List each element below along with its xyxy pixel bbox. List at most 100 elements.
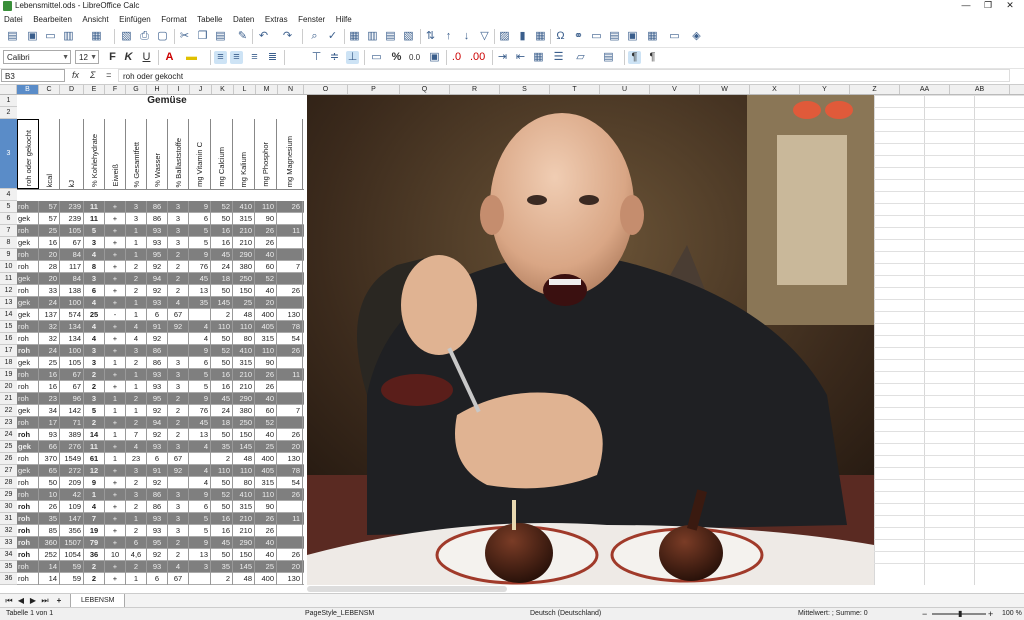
cell-kind[interactable]: roh — [17, 477, 39, 489]
cell-magnesium[interactable]: 26 — [277, 429, 303, 441]
cell-potassium[interactable]: 410 — [233, 345, 255, 357]
status-language[interactable]: Deutsch (Deutschland) — [530, 608, 601, 620]
cell-vitamin-c[interactable]: 5 — [189, 381, 211, 393]
italic-button[interactable]: K — [122, 51, 135, 64]
column-header-i[interactable]: I — [168, 85, 190, 94]
cell-protein[interactable]: + — [105, 465, 126, 477]
cell-vitamin-c[interactable]: 13 — [189, 549, 211, 561]
cell-magnesium[interactable]: 7 — [277, 261, 303, 273]
cell-vitamin-c[interactable] — [189, 573, 211, 585]
sort-icon[interactable]: ⇅ — [424, 30, 437, 43]
borders-icon[interactable]: ▦ — [532, 51, 545, 64]
menu-hilfe[interactable]: Hilfe — [332, 13, 356, 26]
delete-column-icon[interactable]: ▧ — [402, 30, 415, 43]
cell-magnesium[interactable]: 54 — [277, 333, 303, 345]
cell-fiber[interactable]: 3 — [168, 225, 189, 237]
cut-icon[interactable]: ✂ — [178, 30, 191, 43]
cell-kcal[interactable]: 32 — [39, 321, 60, 333]
cell-protein[interactable]: 10 — [105, 549, 126, 561]
cell-potassium[interactable]: 250 — [233, 273, 255, 285]
cell-protein[interactable]: + — [105, 261, 126, 273]
cell-protein[interactable]: 1 — [105, 429, 126, 441]
cell-kind[interactable]: roh — [17, 417, 39, 429]
freeze-rows-columns-icon[interactable]: ▦ — [646, 30, 659, 43]
zoom-level[interactable]: 100 % — [1002, 608, 1022, 620]
cell-fat[interactable]: 1 — [126, 513, 147, 525]
cell-kj[interactable]: 84 — [60, 249, 84, 261]
row-header[interactable]: 19 — [0, 369, 17, 381]
cell-kind[interactable]: gek — [17, 465, 39, 477]
cell-potassium[interactable]: 150 — [233, 285, 255, 297]
header-cell-kind[interactable]: roh oder gekocht — [17, 119, 39, 189]
column-header-z[interactable]: Z — [850, 85, 900, 94]
cell-carbs[interactable]: 2 — [84, 417, 105, 429]
cell-phosphorus[interactable]: 400 — [255, 573, 277, 585]
cell-phosphorus[interactable]: 60 — [255, 405, 277, 417]
cell-vitamin-c[interactable]: 9 — [189, 393, 211, 405]
cell-calcium[interactable]: 2 — [211, 309, 233, 321]
close-button[interactable]: ✕ — [999, 0, 1021, 12]
formula-equals-icon[interactable]: = — [106, 70, 111, 80]
cell-protein[interactable]: + — [105, 441, 126, 453]
row-header[interactable]: 34 — [0, 549, 17, 561]
cell-water[interactable]: 93 — [147, 381, 168, 393]
cell-magnesium[interactable]: 54 — [277, 477, 303, 489]
row-header[interactable]: 31 — [0, 513, 17, 525]
cell-protein[interactable]: + — [105, 477, 126, 489]
row-header[interactable]: 30 — [0, 501, 17, 513]
special-character-icon[interactable]: Ω — [554, 30, 567, 43]
cell-fiber[interactable]: 2 — [168, 393, 189, 405]
pivot-table-icon[interactable]: ▦ — [534, 30, 547, 43]
cell-kind[interactable]: gek — [17, 441, 39, 453]
cell-fat[interactable]: 4 — [126, 321, 147, 333]
cell-protein[interactable]: + — [105, 237, 126, 249]
cell-magnesium[interactable] — [277, 213, 303, 225]
cell-magnesium[interactable] — [277, 501, 303, 513]
cell-kj[interactable]: 574 — [60, 309, 84, 321]
menu-datei[interactable]: Datei — [0, 13, 27, 26]
horizontal-scrollbar[interactable] — [307, 586, 507, 592]
cell-kj[interactable]: 209 — [60, 477, 84, 489]
decrease-indent-icon[interactable]: ⇤ — [514, 51, 527, 64]
cell-protein[interactable]: + — [105, 369, 126, 381]
align-bottom-icon[interactable]: ⊥ — [346, 51, 359, 64]
column-header-f[interactable]: F — [105, 85, 126, 94]
cell-phosphorus[interactable]: 40 — [255, 249, 277, 261]
cell-fiber[interactable]: 67 — [168, 309, 189, 321]
show-draw-functions-icon[interactable]: ◈ — [690, 30, 703, 43]
cell-magnesium[interactable]: 20 — [277, 561, 303, 573]
cell-calcium[interactable]: 50 — [211, 357, 233, 369]
cell-phosphorus[interactable]: 26 — [255, 381, 277, 393]
hyperlink-icon[interactable]: ⚭ — [572, 30, 585, 43]
percent-format-button[interactable]: % — [390, 51, 403, 64]
cell-water[interactable]: 93 — [147, 441, 168, 453]
cell-phosphorus[interactable]: 110 — [255, 489, 277, 501]
cell-potassium[interactable]: 110 — [233, 465, 255, 477]
border-color-icon[interactable]: ▱ — [574, 51, 587, 64]
row-header[interactable]: 1 — [0, 95, 17, 107]
cell-vitamin-c[interactable]: 4 — [189, 441, 211, 453]
cell-water[interactable]: 92 — [147, 261, 168, 273]
cell-kj[interactable]: 100 — [60, 345, 84, 357]
cell-kj[interactable]: 147 — [60, 513, 84, 525]
cell-kj[interactable]: 142 — [60, 405, 84, 417]
print-icon[interactable]: ⎙ — [138, 30, 151, 43]
cell-vitamin-c[interactable]: 45 — [189, 417, 211, 429]
cell-vitamin-c[interactable] — [189, 309, 211, 321]
cell-carbs[interactable]: 4 — [84, 297, 105, 309]
cell-vitamin-c[interactable]: 9 — [189, 345, 211, 357]
cell-potassium[interactable]: 290 — [233, 249, 255, 261]
cell-kj[interactable]: 134 — [60, 321, 84, 333]
row-header[interactable]: 23 — [0, 417, 17, 429]
cell-magnesium[interactable] — [277, 393, 303, 405]
column-header-v[interactable]: V — [650, 85, 700, 94]
cell-fat[interactable]: 1 — [126, 405, 147, 417]
cell-carbs[interactable]: 1 — [84, 489, 105, 501]
clone-format-icon[interactable]: ✎ — [236, 30, 249, 43]
cell-kcal[interactable]: 34 — [39, 405, 60, 417]
cell-water[interactable]: 93 — [147, 513, 168, 525]
cell-kj[interactable]: 1549 — [60, 453, 84, 465]
print-preview-icon[interactable]: ▢ — [156, 30, 169, 43]
cell-water[interactable]: 95 — [147, 537, 168, 549]
cell-kj[interactable]: 71 — [60, 417, 84, 429]
